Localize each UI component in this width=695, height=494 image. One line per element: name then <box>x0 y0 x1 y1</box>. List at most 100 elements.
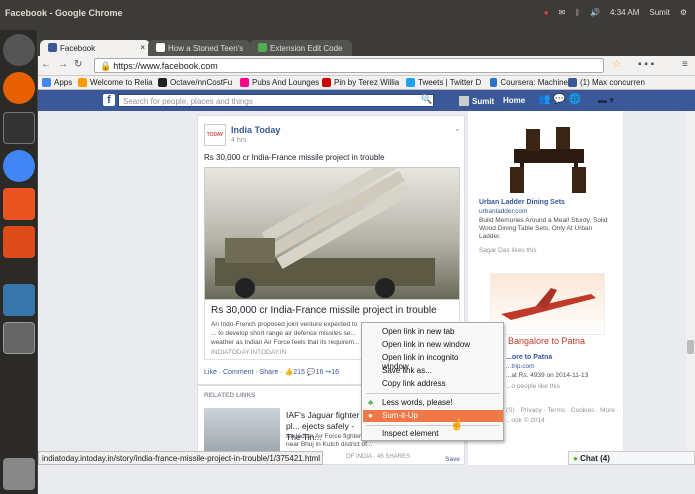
bookmark-item[interactable]: Pin by Terez Willia <box>322 78 406 87</box>
save-button[interactable]: Save <box>445 456 460 463</box>
missile-launcher-image <box>215 168 435 298</box>
ad1-description: Build Memories Around a Meal! Sturdy, So… <box>479 217 608 240</box>
software-center-icon[interactable] <box>3 188 35 220</box>
unity-launcher <box>0 30 38 494</box>
avatar <box>459 96 469 106</box>
related-meta: OF INDIA · 45 SHARES <box>346 454 411 460</box>
workspace-icon[interactable] <box>3 322 35 354</box>
chrome-icon[interactable] <box>3 150 35 182</box>
ubuntu-logo-icon[interactable] <box>3 34 35 66</box>
system-top-bar: Facebook - Google Chrome ● ✉ ᛒ 🔊 4:34 AM… <box>0 0 695 30</box>
tab-strip: Facebook × How a Stoned Teen's Extension … <box>38 30 695 56</box>
tab-facebook[interactable]: Facebook × <box>40 40 150 56</box>
facebook-logo-icon[interactable]: f <box>103 94 115 106</box>
extension-icon: ● <box>368 411 373 420</box>
address-bar[interactable]: 🔒 https://www.facebook.com <box>94 58 604 73</box>
menu-open-new-window[interactable]: Open link in new window <box>363 339 503 351</box>
lock-icon: 🔒 <box>100 61 112 71</box>
files-icon[interactable] <box>3 226 35 258</box>
ad2-url[interactable]: ...trip.com <box>506 363 535 370</box>
ad2-title[interactable]: ...ore to Patna <box>506 354 552 361</box>
bookmark-item[interactable]: Pubs And Lounges <box>240 78 322 87</box>
related-header: RELATED LINKS <box>204 392 256 399</box>
system-tray[interactable]: ● ✉ ᛒ 🔊 4:34 AM Sumit ⚙ <box>544 8 687 17</box>
link-description: An Indo-French proposed joint venture ex… <box>211 321 360 346</box>
post-time[interactable]: 4 hrs <box>231 137 247 144</box>
tab-extension-code[interactable]: Extension Edit Code <box>250 40 352 56</box>
menu-icon[interactable]: ≡ <box>682 59 688 70</box>
facebook-header: f Search for people, places and things 🔍… <box>38 90 695 111</box>
extensions-icons[interactable]: ▪ ▪ ▪ <box>638 59 654 70</box>
like-count[interactable]: 👍215 <box>285 369 305 376</box>
post-text: Rs 30,000 cr India-France missile projec… <box>204 153 385 162</box>
menu-sum-it-up[interactable]: ● Sum-it-Up <box>363 410 503 422</box>
ad1-url[interactable]: urbanladder.com <box>479 208 527 215</box>
chrome-tray-icon[interactable]: ● <box>544 8 549 17</box>
ad2-banner-text[interactable]: Bangalore to Patna <box>508 336 585 346</box>
user-name[interactable]: Sumit <box>649 8 669 17</box>
browser-toolbar: ← → ↻ 🔒 https://www.facebook.com ☆ ▪ ▪ ▪ … <box>38 56 695 76</box>
online-dot-icon: ● <box>573 454 578 463</box>
tab-stoned-teen[interactable]: How a Stoned Teen's <box>148 40 250 56</box>
status-bar-url: indiatoday.intoday.in/story/india-france… <box>38 451 323 465</box>
scrollbar-thumb[interactable] <box>687 340 694 354</box>
mail-icon[interactable]: ✉ <box>559 8 566 17</box>
link-preview-image[interactable] <box>204 167 460 300</box>
menu-open-incognito[interactable]: Open link in incognito window <box>363 352 503 371</box>
chat-sidebar-button[interactable]: ● Chat (4) <box>568 451 695 465</box>
bookmark-item[interactable]: Tweets | Twitter D <box>406 78 490 87</box>
comment-count[interactable]: 💬16 <box>307 369 324 376</box>
airplane-ad-image[interactable] <box>490 273 605 335</box>
footer-links[interactable]: (S) · Privacy · Terms · Cookies · More · <box>506 407 619 414</box>
back-icon[interactable]: ← <box>41 59 51 70</box>
facebook-search-input[interactable]: Search for people, places and things <box>118 94 434 107</box>
python-icon[interactable] <box>3 284 35 316</box>
friends-requests-icon[interactable]: 👥 💬 🌐 <box>538 94 581 105</box>
chevron-down-icon[interactable]: ⌄ <box>454 124 461 133</box>
post-author[interactable]: India Today <box>231 125 280 135</box>
bookmark-item[interactable]: Coursera: Machine <box>490 78 568 87</box>
forward-icon[interactable]: → <box>58 59 68 70</box>
cursor-icon: ☝ <box>450 419 464 431</box>
profile-link[interactable]: Sumit <box>459 96 494 106</box>
ad1-social: Sagar Das likes this <box>479 247 537 254</box>
search-icon[interactable]: 🔍 <box>421 94 432 105</box>
window-title: Facebook - Google Chrome <box>5 8 123 18</box>
bookmark-item[interactable]: (1) Max concurren <box>568 78 693 87</box>
copyright: ...ook © 2014 <box>506 417 545 424</box>
gear-icon[interactable]: ⚙ <box>680 8 687 17</box>
reload-icon[interactable]: ↻ <box>74 59 82 70</box>
menu-save-link[interactable]: Save link as... <box>363 365 503 377</box>
related-thumbnail[interactable] <box>204 408 280 456</box>
link-title[interactable]: Rs 30,000 cr India-France missile projec… <box>211 305 455 316</box>
volume-icon[interactable]: 🔊 <box>590 8 600 17</box>
menu-open-new-tab[interactable]: Open link in new tab <box>363 326 503 338</box>
ad1-title[interactable]: Urban Ladder Dining Sets <box>479 199 565 206</box>
terminal-icon[interactable] <box>3 112 35 144</box>
bookmark-item[interactable]: Welcome to Relia <box>78 78 158 87</box>
home-link[interactable]: Home <box>503 96 525 105</box>
ad2-social: ...o people like this <box>506 383 560 390</box>
bookmark-item[interactable]: Octave/nnCostFu <box>158 78 240 87</box>
menu-copy-link[interactable]: Copy link address <box>363 378 503 390</box>
menu-separator <box>366 425 500 426</box>
clock[interactable]: 4:34 AM <box>610 8 639 17</box>
dining-table-image[interactable] <box>506 119 594 199</box>
page-scrollbar[interactable] <box>686 111 695 465</box>
share-count[interactable]: ↪16 <box>325 369 339 376</box>
bookmark-star-icon[interactable]: ☆ <box>612 59 621 70</box>
trash-icon[interactable] <box>3 458 35 490</box>
india-today-logo[interactable]: TODAY <box>204 124 226 146</box>
bookmarks-bar: Apps Welcome to Relia Octave/nnCostFu Pu… <box>38 76 695 90</box>
firefox-icon[interactable] <box>3 72 35 104</box>
bluetooth-icon[interactable]: ᛒ <box>575 8 580 17</box>
bookmark-apps[interactable]: Apps <box>42 78 72 87</box>
context-menu: Open link in new tab Open link in new wi… <box>361 322 504 441</box>
menu-less-words[interactable]: ♣ Less words, please! <box>363 397 503 409</box>
post-actions[interactable]: Like · Comment · Share · 👍215 💬16 ↪16 <box>204 368 339 376</box>
settings-icon[interactable]: ▬ ▾ <box>598 95 614 106</box>
airplane-icon <box>501 288 596 320</box>
menu-inspect-element[interactable]: Inspect element <box>363 428 503 440</box>
close-icon[interactable]: × <box>140 43 145 52</box>
menu-separator <box>366 393 500 394</box>
